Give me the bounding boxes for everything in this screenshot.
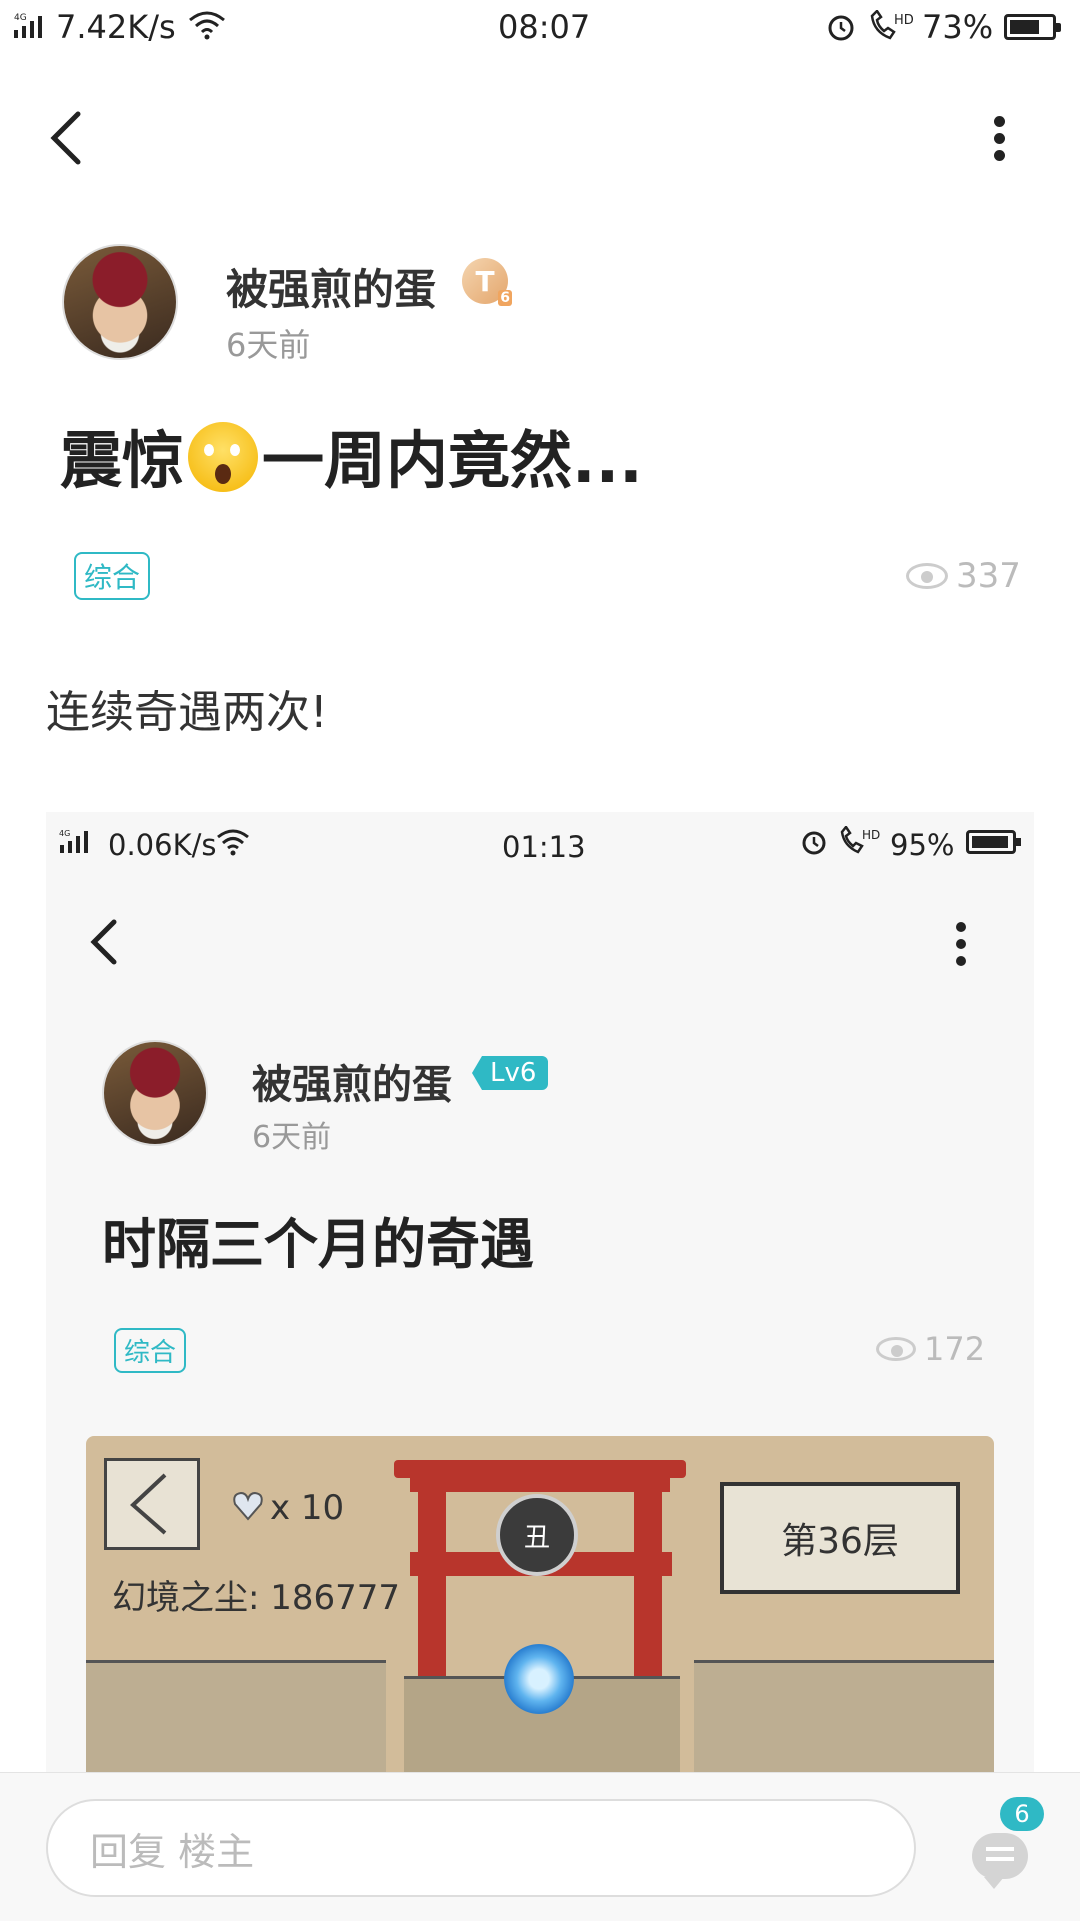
embedded-signal-icon: 4G [59,829,88,853]
author-name[interactable]: 被强煎的蛋 [226,256,436,317]
embedded-alarm-icon [802,831,826,855]
dust-count: 幻境之尘: 186777 [112,1578,401,1618]
svg-text:HD: HD [862,828,880,842]
comment-icon[interactable] [972,1833,1028,1889]
hd-call-icon: HD [870,10,914,40]
reply-input[interactable]: 回复 楼主 [46,1799,916,1897]
embedded-category-tag: 综合 [114,1328,187,1373]
embedded-back-icon [90,919,117,965]
category-tag[interactable]: 综合 [74,552,151,600]
view-count: 337 [906,556,1021,596]
svg-text:HD: HD [894,13,914,28]
clock: 08:07 [498,8,591,46]
left-fence [86,1660,386,1776]
embedded-post-time: 6天前 [252,1120,332,1155]
bottom-bar: 回复 楼主 6 [0,1772,1080,1921]
embedded-author-name: 被强煎的蛋 [252,1062,452,1108]
network-speed: 7.42K/s [56,8,176,46]
embedded-network: 0.06K/s [108,828,217,862]
embedded-eye-icon [876,1337,916,1361]
embedded-battery-percent: 95% [890,828,955,862]
moon-emblem: 丑 [496,1494,578,1576]
back-button[interactable] [38,106,94,170]
svg-text:4G: 4G [59,829,70,838]
embedded-avatar [102,1040,208,1146]
torii-right-pillar [634,1478,662,1690]
torii-beam-lower [410,1478,670,1492]
right-fence [694,1660,994,1776]
game-screenshot: x 10 幻境之尘: 186777 第36层 丑 [86,1436,994,1776]
embedded-view-count: 172 [876,1330,985,1368]
battery-icon [1004,14,1061,40]
embedded-wifi-icon [217,829,249,856]
avatar[interactable] [62,244,178,360]
embedded-battery-icon [966,830,1021,854]
level-badge: Lv6 [472,1056,549,1090]
svg-text:4G: 4G [14,13,27,23]
wifi-icon [189,11,225,40]
embedded-post-title: 时隔三个月的奇遇 [102,1213,534,1276]
game-back-icon [104,1458,200,1550]
torii-beam [394,1460,686,1478]
user-badge-icon: T 6 [462,258,512,306]
post-time: 6天前 [226,326,311,364]
more-button[interactable] [994,110,1005,167]
heart-icon [232,1490,264,1526]
alarm-icon [828,15,854,41]
eye-icon [906,563,948,589]
embedded-clock: 01:13 [502,830,586,864]
hearts-count: x 10 [270,1488,345,1528]
embedded-more-icon [956,922,966,966]
signal-icon: 4G [14,13,42,38]
post-content: 连续奇遇两次! [46,687,328,738]
torii-left-pillar [418,1478,446,1690]
status-bar: 4G 7.42K/s 08:07 HD 73% [0,0,1080,56]
battery-percent: 73% [922,8,994,46]
post-title: 震惊 一周内竟然... [60,422,643,497]
scream-emoji-icon [188,422,259,492]
portal-icon [504,1644,574,1714]
comment-count-badge: 6 [1000,1797,1044,1831]
floor-label: 第36层 [720,1482,960,1594]
chevron-left-icon [50,111,81,165]
embedded-hd-call-icon: HD [840,826,880,854]
